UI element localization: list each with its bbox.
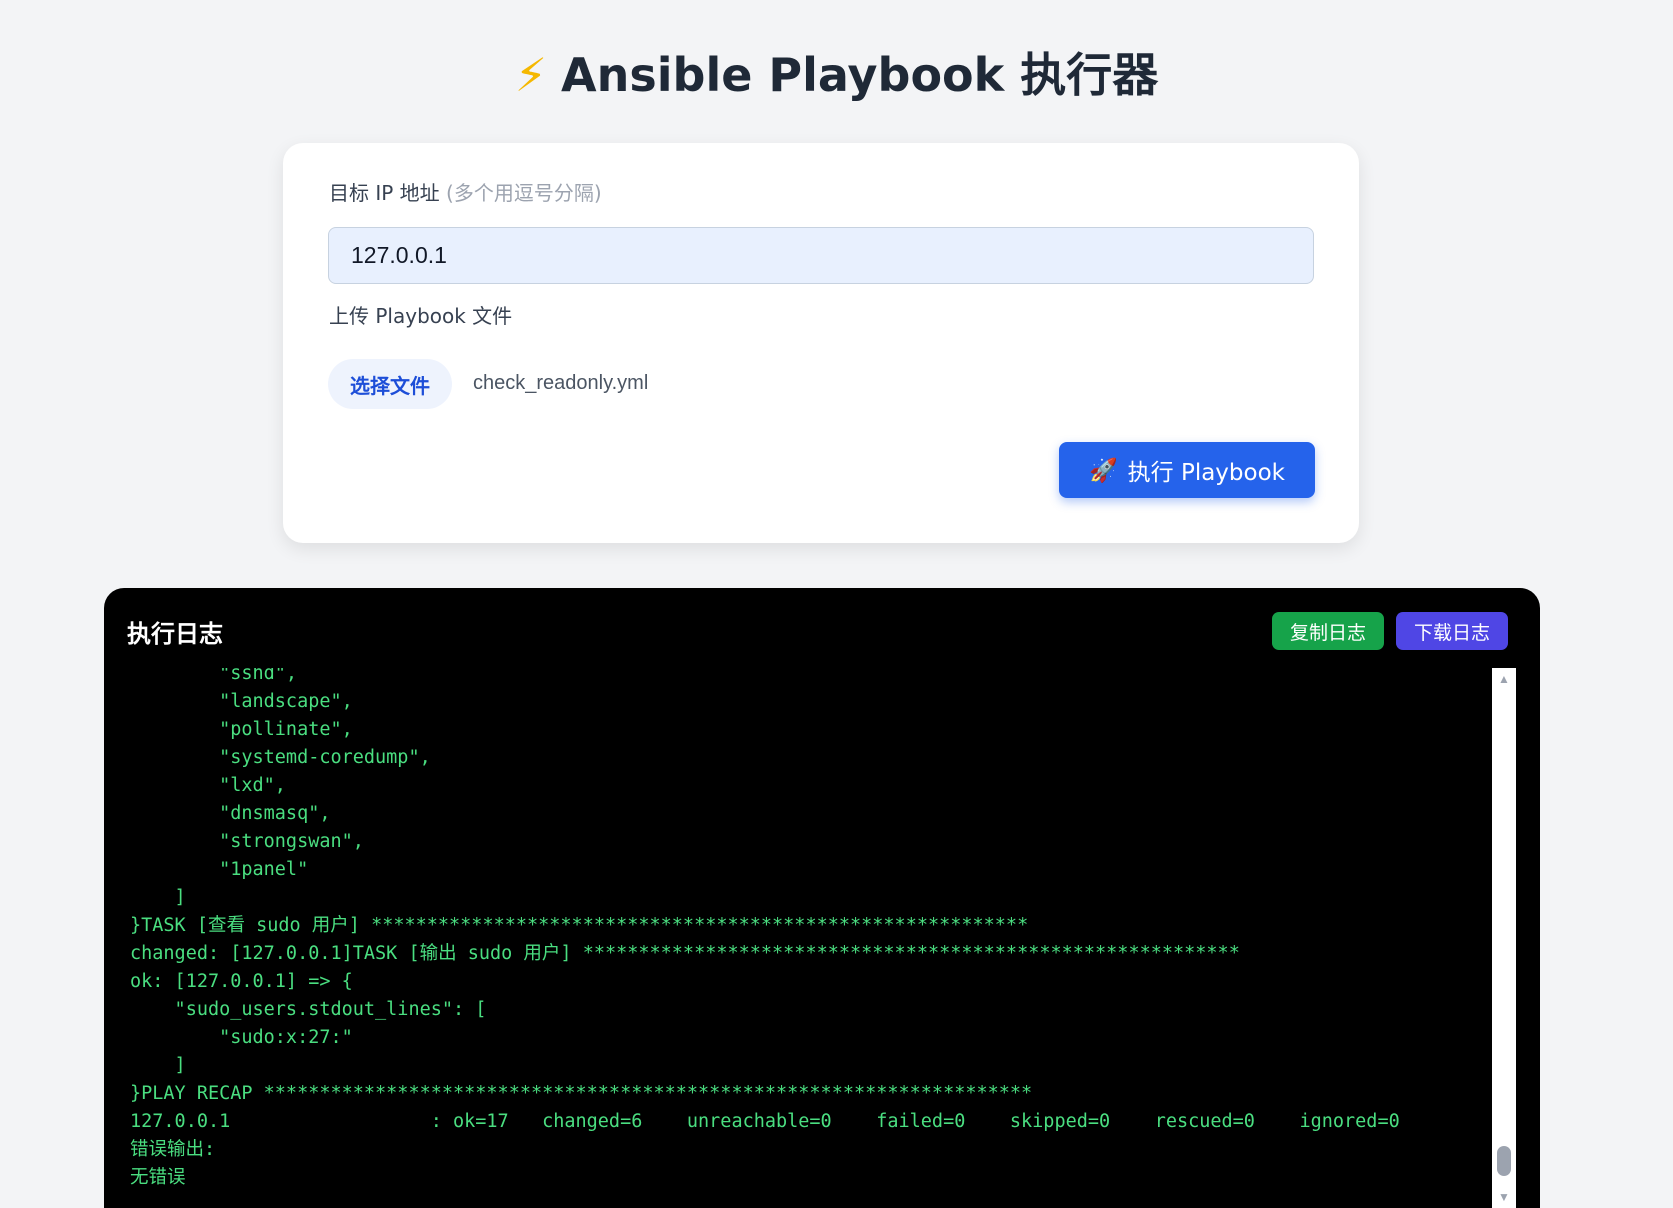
log-line: }PLAY RECAP ****************************… (130, 1083, 1033, 1104)
page-title-text: Ansible Playbook 执行器 (561, 48, 1159, 102)
log-line: "landscape", (130, 691, 353, 712)
log-line: "1panel" (130, 859, 309, 880)
run-playbook-button[interactable]: 🚀 执行 Playbook (1059, 442, 1315, 498)
log-line: 127.0.0.1 : ok=17 changed=6 unreachable=… (130, 1111, 1400, 1132)
log-line: "systemd-coredump", (130, 747, 431, 768)
log-title: 执行日志 (127, 619, 223, 648)
scroll-down-arrow-icon[interactable]: ▼ (1492, 1186, 1516, 1208)
scroll-up-arrow-icon[interactable]: ▲ (1492, 668, 1516, 690)
page-title: ⚡ Ansible Playbook 执行器 (0, 40, 1673, 110)
log-line: ok: [127.0.0.1] => { (130, 971, 353, 992)
log-line: }TASK [查看 sudo 用户] *********************… (130, 915, 1029, 936)
log-scrollbar[interactable]: ▲ ▼ (1492, 668, 1516, 1208)
log-line: "lxd", (130, 775, 286, 796)
log-line: ] (130, 887, 186, 908)
run-playbook-label: 执行 Playbook (1127, 460, 1285, 486)
scroll-thumb[interactable] (1497, 1146, 1511, 1176)
ip-label-hint: (多个用逗号分隔) (446, 181, 602, 205)
ip-label: 目标 IP 地址 (多个用逗号分隔) (329, 177, 602, 206)
log-line: 无错误 (130, 1167, 186, 1188)
lightning-icon: ⚡ (514, 48, 548, 102)
ip-address-input[interactable] (328, 227, 1314, 284)
ip-label-text: 目标 IP 地址 (329, 181, 440, 205)
log-text: "sshd", "landscape", "pollinate", "syste… (130, 668, 1400, 1192)
log-line: "sudo:x:27:" (130, 1027, 353, 1048)
selected-file-name: check_readonly.yml (473, 372, 649, 394)
log-line: "strongswan", (130, 831, 364, 852)
app-page: ⚡ Ansible Playbook 执行器 目标 IP 地址 (多个用逗号分隔)… (0, 0, 1673, 1208)
log-line: "dnsmasq", (130, 803, 331, 824)
log-line: "sudo_users.stdout_lines": [ (130, 999, 487, 1020)
log-line: "sshd", (130, 668, 298, 684)
upload-label: 上传 Playbook 文件 (329, 304, 513, 328)
log-line: "pollinate", (130, 719, 353, 740)
log-line: ] (130, 1055, 186, 1076)
playbook-form-card: 目标 IP 地址 (多个用逗号分隔) 上传 Playbook 文件 选择文件 c… (283, 143, 1359, 543)
choose-file-button[interactable]: 选择文件 (328, 359, 452, 409)
log-output[interactable]: "sshd", "landscape", "pollinate", "syste… (126, 668, 1476, 1208)
copy-log-button[interactable]: 复制日志 (1272, 612, 1384, 650)
download-log-button[interactable]: 下载日志 (1396, 612, 1508, 650)
execution-log-panel: 执行日志 复制日志 下载日志 "sshd", "landscape", "pol… (104, 588, 1540, 1208)
log-line: 错误输出: (130, 1139, 216, 1160)
rocket-icon: 🚀 (1089, 457, 1118, 484)
log-line: changed: [127.0.0.1]TASK [输出 sudo 用户] **… (130, 943, 1240, 964)
